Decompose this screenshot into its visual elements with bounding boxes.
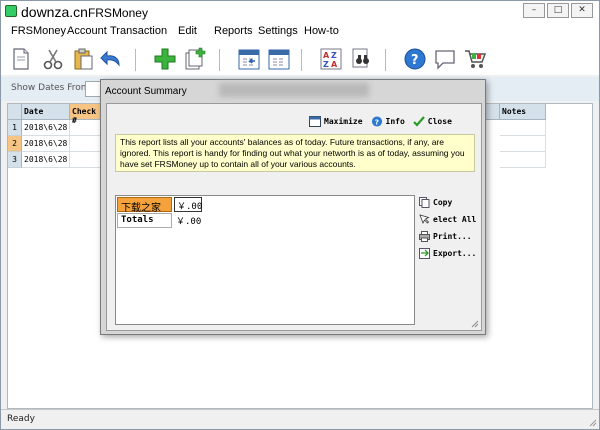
account-balance-cell[interactable]: ￥.00 (174, 197, 202, 212)
cart-icon[interactable] (463, 47, 487, 71)
svg-text:?: ? (411, 53, 419, 68)
menu-bar: FRSMoney Account Transaction Edit Report… (1, 23, 599, 43)
select-all-button[interactable]: elect All (419, 211, 477, 228)
menu-account[interactable]: Account (67, 23, 107, 37)
toolbar: AZZA ? (1, 43, 599, 75)
svg-text:Z: Z (323, 60, 329, 69)
status-bar: Ready (1, 409, 599, 429)
notes-cell[interactable] (500, 152, 546, 168)
dialog-body: Maximize ? Info Close This report lists … (106, 103, 482, 331)
check-cell[interactable] (70, 120, 104, 136)
show-dates-label: Show Dates From: (11, 83, 93, 93)
close-window-button[interactable]: ✕ (571, 3, 593, 18)
date-cell[interactable]: 2018\6\28 (22, 152, 70, 168)
menu-reports[interactable]: Reports (214, 23, 253, 37)
copy-label: Copy (433, 198, 453, 207)
cut-icon[interactable] (41, 47, 65, 71)
toolbar-separator (219, 49, 220, 71)
export-button[interactable]: Export... (419, 245, 477, 262)
column-header-date[interactable]: Date (22, 104, 70, 120)
menu-edit[interactable]: Edit (178, 23, 197, 37)
print-icon (419, 231, 430, 242)
title-blur-area (219, 83, 369, 97)
help-icon[interactable]: ? (403, 47, 427, 71)
totals-value: ￥.00 (176, 217, 202, 227)
check-cell[interactable] (70, 136, 104, 152)
copy-button[interactable]: Copy (419, 194, 477, 211)
menu-how-to[interactable]: How-to (304, 23, 339, 37)
svg-text:A: A (323, 51, 330, 60)
row-number[interactable]: 3 (8, 152, 22, 168)
undo-icon[interactable] (99, 47, 123, 71)
app-icon (5, 5, 17, 17)
notes-cell[interactable] (500, 120, 546, 136)
resize-grip-icon[interactable] (587, 417, 597, 427)
account-summary-dialog: Account Summary Maximize ? Info Close Th… (100, 79, 486, 335)
notes-cell[interactable] (500, 136, 546, 152)
window-title: downza.cnFRSMoney (21, 4, 148, 20)
close-label: Close (427, 116, 452, 126)
row-number[interactable]: 1 (8, 120, 22, 136)
toolbar-separator (385, 49, 386, 71)
toolbar-separator (301, 49, 302, 71)
print-button[interactable]: Print... (419, 228, 477, 245)
select-all-icon (419, 214, 430, 224)
account-balance-list[interactable]: 下载之家 ￥.00 Totals ￥.00 (115, 195, 415, 325)
menu-settings[interactable]: Settings (258, 23, 298, 37)
calendar-next-icon[interactable] (267, 47, 291, 71)
find-icon[interactable] (349, 47, 373, 71)
info-icon: ? (371, 115, 382, 126)
info-button[interactable]: ? Info (367, 113, 409, 129)
column-header-check[interactable]: Check # (70, 104, 104, 125)
date-cell[interactable]: 2018\6\28 (22, 120, 70, 136)
checkmark-icon (413, 115, 425, 127)
report-description: This report lists all your accounts' bal… (115, 134, 475, 172)
dialog-resize-grip-icon[interactable] (469, 318, 479, 328)
minimize-button[interactable]: – (523, 3, 545, 18)
side-button-panel: Copy elect All Print... Export... (419, 194, 477, 262)
window-controls: – □ ✕ (523, 3, 593, 18)
status-text: Ready (7, 414, 35, 424)
totals-label: Totals (117, 213, 172, 228)
dialog-title: Account Summary (105, 86, 187, 97)
export-label: Export... (433, 249, 477, 258)
svg-text:A: A (331, 60, 338, 69)
title-bar: downza.cnFRSMoney – □ ✕ (1, 1, 599, 23)
export-icon (419, 248, 430, 259)
watermark-text: downza.cn (21, 4, 88, 20)
menu-transaction[interactable]: Transaction (110, 23, 167, 37)
svg-text:?: ? (374, 117, 378, 126)
svg-text:Z: Z (331, 51, 337, 60)
paste-icon[interactable] (71, 47, 95, 71)
sort-az-icon[interactable]: A ZZ A (319, 47, 343, 71)
calendar-prev-icon[interactable] (237, 47, 261, 71)
column-header-notes[interactable]: Notes (500, 104, 546, 120)
maximize-label: Maximize (324, 116, 363, 126)
select-all-label: elect All (433, 215, 477, 224)
add-page-icon[interactable] (183, 47, 207, 71)
date-cell[interactable]: 2018\6\28 (22, 136, 70, 152)
row-number[interactable]: 2 (8, 136, 22, 152)
account-name-cell[interactable]: 下载之家 (117, 197, 172, 214)
new-doc-icon[interactable] (9, 47, 33, 71)
toolbar-separator (135, 49, 136, 71)
copy-icon (419, 197, 430, 208)
print-label: Print... (433, 232, 472, 241)
check-cell[interactable] (70, 152, 104, 168)
add-icon[interactable] (153, 47, 177, 71)
app-title: FRSMoney (87, 6, 148, 20)
grid-corner (8, 104, 22, 120)
window-icon (309, 115, 321, 127)
maximize-button[interactable]: Maximize (305, 113, 367, 129)
info-label: Info (385, 116, 405, 126)
close-button[interactable]: Close (409, 113, 456, 129)
maximize-window-button[interactable]: □ (547, 3, 569, 18)
dialog-button-bar: Maximize ? Info Close (305, 112, 475, 130)
comment-icon[interactable] (433, 47, 457, 71)
menu-frsmoney[interactable]: FRSMoney (11, 23, 66, 37)
